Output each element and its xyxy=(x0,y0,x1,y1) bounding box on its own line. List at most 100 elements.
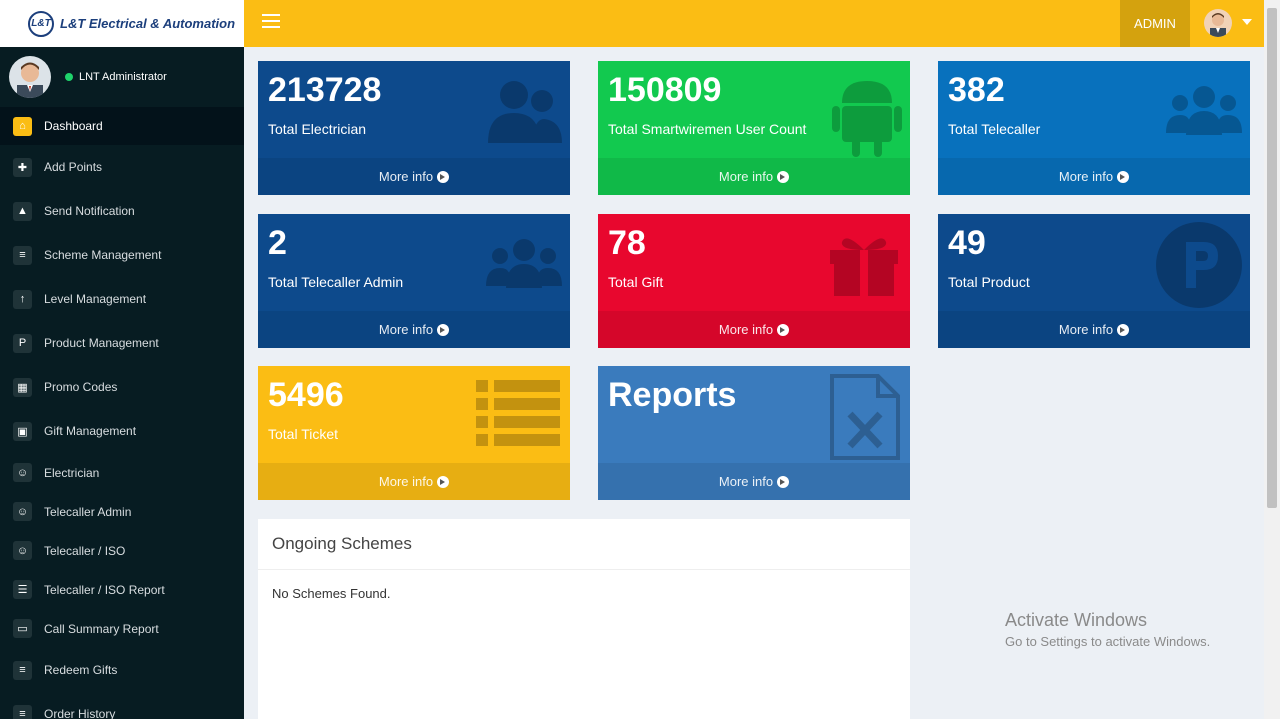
box-value: 150809 xyxy=(608,71,722,109)
box-value: 49 xyxy=(948,224,986,262)
arrow-circle-right-icon xyxy=(437,170,450,183)
reports-box: Reports More info xyxy=(598,366,910,500)
arrow-circle-right-icon xyxy=(777,475,790,488)
more-info-link[interactable]: More info xyxy=(598,158,910,195)
sidebar-item-scheme-management[interactable]: ≡ Scheme Management xyxy=(0,233,244,277)
group-icon xyxy=(1166,86,1242,135)
sidebar-item-label: Level Management xyxy=(44,292,147,306)
sidebar-item-promo-codes[interactable]: ▦ Promo Codes xyxy=(0,365,244,409)
more-info-link[interactable]: More info xyxy=(598,311,910,348)
sidebar-item-label: Promo Codes xyxy=(44,380,118,394)
sidebar-item-order-history[interactable]: ≡ Order History xyxy=(0,692,244,719)
watermark-subtitle: Go to Settings to activate Windows. xyxy=(1005,634,1211,649)
sidebar-item-telecaller-admin[interactable]: ☺ Telecaller Admin xyxy=(0,492,244,531)
sidebar-item-label: Send Notification xyxy=(44,204,135,218)
top-navbar: ADMIN xyxy=(244,0,1264,47)
sidebar-item-label: Telecaller Admin xyxy=(44,504,132,519)
android-icon xyxy=(832,81,902,157)
more-info-link[interactable]: More info xyxy=(258,311,570,348)
schemes-empty-text: No Schemes Found. xyxy=(272,586,391,601)
more-info-link[interactable]: More info xyxy=(258,158,570,195)
sidebar-item-electrician[interactable]: ☺ Electrician xyxy=(0,453,244,492)
more-info-link[interactable]: More info xyxy=(938,158,1250,195)
more-info-link[interactable]: More info xyxy=(938,311,1250,348)
more-info-text: More info xyxy=(378,322,434,337)
ongoing-schemes-panel: Ongoing Schemes No Schemes Found. xyxy=(258,519,910,719)
total-electrician-box: 213728 Total Electrician More info xyxy=(258,61,570,195)
user-avatar-icon[interactable] xyxy=(1204,9,1232,37)
sidebar-item-telecaller-iso[interactable]: ☺ Telecaller / ISO xyxy=(0,531,244,570)
sidebar-item-label: Electrician xyxy=(44,465,100,480)
sidebar-item-label: Add Points xyxy=(44,160,103,174)
sidebar-item-product-management[interactable]: P Product Management xyxy=(0,321,244,365)
sidebar-item-redeem-gifts[interactable]: ≡ Redeem Gifts xyxy=(0,648,244,692)
sidebar-item-dashboard[interactable]: ⌂ Dashboard xyxy=(0,107,244,145)
box-value: 2 xyxy=(268,224,287,262)
box-label: Total Smartwiremen User Count xyxy=(608,121,807,137)
arrow-circle-right-icon xyxy=(777,323,790,336)
users-icon xyxy=(488,81,562,143)
total-telecaller-box: 382 Total Telecaller More info xyxy=(938,61,1250,195)
user-icon: ☺ xyxy=(13,541,32,560)
more-info-link[interactable]: More info xyxy=(258,463,570,500)
excel-icon xyxy=(830,374,900,460)
group-icon xyxy=(486,239,562,288)
sidebar-item-call-summary-report[interactable]: ▭ Call Summary Report xyxy=(0,609,244,648)
report-list-icon: ☰ xyxy=(13,580,32,599)
sidebar-user-name: LNT Administrator xyxy=(79,71,167,83)
box-value: 213728 xyxy=(268,71,382,109)
hamburger-menu-icon[interactable] xyxy=(262,14,280,28)
dropdown-caret-icon[interactable] xyxy=(1242,19,1252,25)
sidebar-item-gift-management[interactable]: ▣ Gift Management xyxy=(0,409,244,453)
home-icon: ⌂ xyxy=(13,116,32,136)
sidebar-item-label: Product Management xyxy=(44,336,159,350)
sidebar-item-add-points[interactable]: ✚ Add Points xyxy=(0,145,244,189)
arrow-circle-right-icon xyxy=(437,475,450,488)
list-icon: ≡ xyxy=(13,660,32,680)
list-icon xyxy=(476,380,560,446)
promo-icon: ▦ xyxy=(13,377,32,397)
sidebar-item-label: Scheme Management xyxy=(44,248,162,262)
box-label: Total Electrician xyxy=(268,121,367,137)
sidebar-item-label: Telecaller / ISO Report xyxy=(44,582,165,597)
sidebar-item-send-notification[interactable]: ▲ Send Notification xyxy=(0,189,244,233)
panel-title: Ongoing Schemes xyxy=(258,519,910,570)
online-status-icon xyxy=(65,73,73,81)
watermark-title: Activate Windows xyxy=(1005,610,1148,630)
sidebar: LNT Administrator ⌂ Dashboard ✚ Add Points… xyxy=(0,47,244,719)
more-info-link[interactable]: More info xyxy=(598,463,910,500)
brand-name: L&T Electrical & Automation xyxy=(60,16,236,31)
sidebar-item-level-management[interactable]: ↑ Level Management xyxy=(0,277,244,321)
box-value: 382 xyxy=(948,71,1005,109)
arrow-circle-right-icon xyxy=(1117,323,1130,336)
total-gift-box: 78 Total Gift More info xyxy=(598,214,910,348)
user-icon: ☺ xyxy=(13,463,32,482)
total-product-box: 49 Total Product More info xyxy=(938,214,1250,348)
gift-icon: ▣ xyxy=(13,421,32,441)
call-summary-icon: ▭ xyxy=(13,619,32,638)
box-label: Total Product xyxy=(948,274,1030,290)
sidebar-item-telecaller-iso-report[interactable]: ☰ Telecaller / ISO Report xyxy=(0,570,244,609)
total-telecaller-admin-box: 2 Total Telecaller Admin More info xyxy=(258,214,570,348)
sidebar-item-label: Telecaller / ISO xyxy=(44,543,126,558)
box-label: Total Ticket xyxy=(268,426,339,442)
more-info-text: More info xyxy=(1058,322,1114,337)
more-info-text: More info xyxy=(378,474,434,489)
user-icon: ☺ xyxy=(13,502,32,521)
arrow-circle-right-icon xyxy=(1117,170,1130,183)
more-info-text: More info xyxy=(718,474,774,489)
gift-icon xyxy=(830,238,898,296)
bell-icon: ▲ xyxy=(13,201,32,221)
more-info-text: More info xyxy=(1058,169,1114,184)
total-ticket-box: 5496 Total Ticket More info xyxy=(258,366,570,500)
more-info-text: More info xyxy=(718,322,774,337)
sidebar-avatar xyxy=(9,56,51,98)
sidebar-menu: ⌂ Dashboard ✚ Add Points ▲ Send Notificatio… xyxy=(0,107,244,719)
brand-logo[interactable]: L&T L&T Electrical & Automation xyxy=(0,0,244,47)
box-label: Total Telecaller xyxy=(948,121,1041,137)
page-scrollbar[interactable] xyxy=(1264,0,1280,719)
more-info-text: More info xyxy=(378,169,434,184)
user-role-label[interactable]: ADMIN xyxy=(1120,0,1190,47)
more-info-text: More info xyxy=(718,169,774,184)
scrollbar-thumb[interactable] xyxy=(1267,8,1277,508)
